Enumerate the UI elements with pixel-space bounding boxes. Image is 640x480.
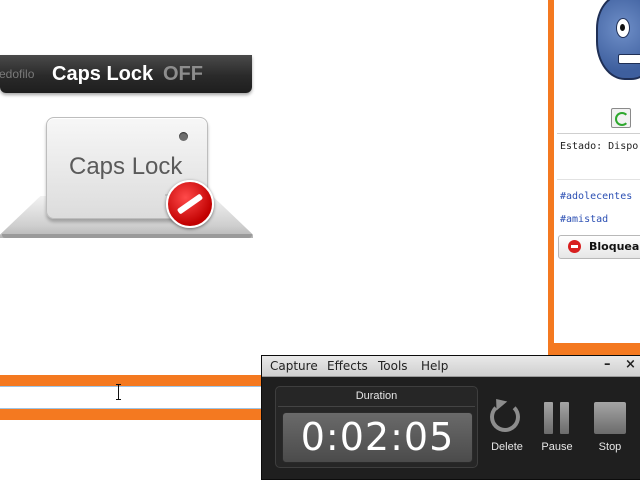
pause-icon [544, 402, 553, 434]
duration-panel: Duration 0:02:05 [275, 386, 478, 468]
pause-icon [560, 402, 569, 434]
delete-button[interactable]: Delete [484, 394, 530, 468]
text-input[interactable] [0, 386, 262, 409]
duration-display: 0:02:05 [282, 412, 473, 463]
text-cursor-icon [116, 384, 122, 400]
duration-divider [278, 406, 475, 407]
stop-icon [594, 402, 626, 434]
recorder-window: Capture Effects Tools Help – × Duration … [261, 355, 640, 480]
pause-button[interactable]: Pause [534, 396, 580, 468]
pause-label: Pause [541, 441, 573, 453]
stop-label: Stop [598, 441, 622, 453]
menu-capture[interactable]: Capture [270, 359, 318, 373]
menu-effects[interactable]: Effects [327, 359, 368, 373]
status-text: Estado: Dispo [560, 141, 639, 152]
close-button[interactable]: × [625, 357, 636, 372]
block-button-label: Bloquear [589, 240, 640, 253]
keyboard-base-shadow [2, 234, 252, 238]
block-button[interactable]: Bloquear [558, 235, 640, 259]
refresh-icon[interactable] [611, 108, 631, 128]
tag-link-adolecentes[interactable]: #adolecentes [560, 191, 632, 202]
caps-lock-led-icon [179, 132, 188, 141]
minimize-button[interactable]: – [604, 357, 611, 372]
caps-lock-title: Caps Lock [52, 63, 154, 85]
duration-value: 0:02:05 [300, 415, 455, 459]
menu-help[interactable]: Help [421, 359, 448, 373]
delete-label: Delete [491, 441, 523, 453]
panel-divider [557, 179, 640, 180]
prohibited-icon [166, 180, 214, 228]
panel-bottom-border [548, 343, 640, 355]
menu-tools[interactable]: Tools [378, 359, 408, 373]
caps-lock-key-label: Caps Lock [69, 153, 183, 180]
caps-lock-banner: edofilo Caps Lock OFF [0, 55, 252, 93]
recorder-menu-bar: Capture Effects Tools Help – × [262, 356, 640, 377]
caps-lock-state: OFF [163, 63, 203, 85]
stop-button[interactable]: Stop [587, 396, 633, 468]
delete-icon [490, 394, 520, 432]
panel-divider [557, 133, 640, 134]
duration-label: Duration [355, 390, 398, 402]
block-icon [568, 240, 581, 253]
background-ghost-text: edofilo [0, 67, 35, 81]
tag-link-amistad[interactable]: #amistad [560, 214, 608, 225]
